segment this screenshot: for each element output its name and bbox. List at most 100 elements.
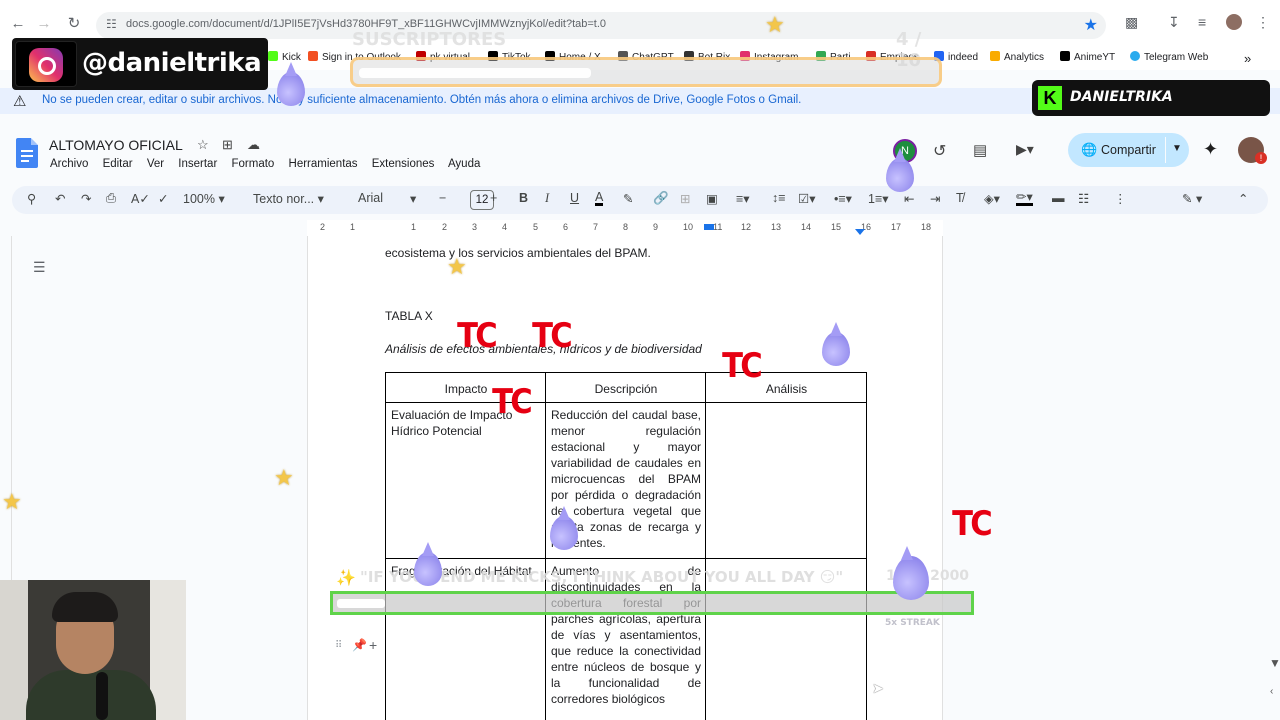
text-color-icon[interactable]: A [595,191,604,206]
table-header-row: Impacto Descripción Análisis [385,372,867,403]
star-sparkle-icon: ★ [274,465,294,490]
ruler-number: 3 [472,222,478,232]
site-info-icon[interactable]: ☷ [106,17,117,31]
downloads-icon[interactable]: ↧ [1168,14,1180,31]
ruler-number: 1 [350,222,356,232]
bulleted-list-icon[interactable]: •≡▾ [834,191,852,206]
ruler-number: 2 [320,222,326,232]
insert-image-icon[interactable]: ▣ [706,191,718,206]
ruler-number: 15 [831,222,842,232]
paint-format-icon[interactable]: ✓ [158,191,168,206]
horizontal-ruler[interactable]: 2 1 1 2 3 4 5 6 7 8 9 10 11 12 13 14 15 … [307,220,943,236]
redo-icon[interactable]: ↷ [81,191,91,206]
comments-icon[interactable]: ▤ [973,141,987,159]
font-dropdown-icon[interactable]: ▾ [410,191,416,206]
clear-formatting-icon[interactable]: T̸ [956,191,964,205]
cell-impacto[interactable]: Evaluación de Impacto Hídrico Potencial [385,402,546,559]
more-options-icon[interactable]: ⋮ [1114,191,1127,206]
paragraph-text[interactable]: ecosistema y los servicios ambientales d… [385,246,651,260]
decrease-indent-icon[interactable]: ⇤ [904,191,914,206]
style-value: Texto nor... [253,192,315,206]
bookmark-star-icon[interactable]: ★ [1084,15,1098,35]
document-title[interactable]: ALTOMAYO OFICIAL [49,137,183,153]
add-row-icon[interactable]: + [369,637,377,653]
menu-ver[interactable]: Ver [147,158,164,170]
scrollbar[interactable]: ▼ ‹ [1268,236,1280,720]
zoom-select[interactable]: 100% ▾ [183,191,225,206]
menu-ayuda[interactable]: Ayuda [448,158,480,170]
border-dash-icon[interactable]: ☷ [1078,191,1089,206]
right-indent-marker[interactable] [855,229,865,235]
increase-font-size-icon[interactable]: + [490,191,497,205]
indent-marker[interactable] [704,224,714,230]
chevron-down-icon[interactable]: ▼ [1172,143,1182,154]
tc-logo: TC [952,504,993,544]
checklist-icon[interactable]: ☑▾ [798,191,815,206]
numbered-list-icon[interactable]: 1≡▾ [868,191,889,206]
bold-icon[interactable]: B [519,191,528,205]
pin-icon[interactable]: 📌 [352,638,367,652]
drag-handle-icon[interactable]: ⠿ [335,640,342,651]
move-icon[interactable]: ⊞ [222,137,233,153]
back-icon[interactable]: ← [8,14,28,34]
menu-bar: Archivo Editar Ver Insertar Formato Herr… [50,158,491,170]
browser-menu-icon[interactable]: ⋮ [1256,14,1270,31]
font-select[interactable]: Arial [358,191,383,205]
underline-icon[interactable]: U [570,191,579,205]
line-spacing-icon[interactable]: ↕≡ [772,191,786,205]
cloud-status-icon[interactable]: ☁ [247,137,260,153]
reload-icon[interactable]: ↻ [64,14,84,34]
analysis-table[interactable]: Impacto Descripción Análisis Evaluación … [385,372,867,720]
table-row: Evaluación de Impacto Hídrico Potencial … [385,402,867,559]
menu-archivo[interactable]: Archivo [50,158,88,170]
gemini-icon[interactable]: ✦ [1203,139,1218,160]
search-menus-icon[interactable]: ⚲ [27,191,36,206]
menu-insertar[interactable]: Insertar [178,158,217,170]
border-color-icon[interactable]: ✏▾ [1016,191,1033,206]
storage-warning-message[interactable]: No se pueden crear, editar o subir archi… [42,94,801,106]
collapse-toolbar-icon[interactable]: ⌃ [1238,191,1248,206]
insert-link-icon[interactable]: 🔗 [653,191,669,206]
scroll-down-icon[interactable]: ▼ [1269,656,1280,670]
docs-logo-icon[interactable] [16,138,38,168]
menu-extensiones[interactable]: Extensiones [372,158,435,170]
italic-icon[interactable]: I [545,191,549,206]
header-descripcion[interactable]: Descripción [545,372,706,403]
more-bookmarks-icon[interactable]: » [1244,51,1251,66]
star-icon[interactable]: ☆ [197,137,209,153]
bookmark-animeyt[interactable]: AnimeYT [1060,51,1115,63]
increase-indent-icon[interactable]: ⇥ [930,191,940,206]
print-icon[interactable]: ⎙ [106,191,116,206]
menu-formato[interactable]: Formato [231,158,274,170]
menu-herramientas[interactable]: Herramientas [289,158,358,170]
cell-analisis[interactable] [705,402,867,559]
side-panel-toggle-icon[interactable]: ‹ [1270,686,1273,697]
profile-avatar[interactable] [1226,14,1242,30]
paragraph-style-select[interactable]: Texto nor... ▾ [253,191,324,206]
bookmark-label: Telegram Web [1144,52,1209,63]
reading-list-icon[interactable]: ≡ [1198,14,1206,30]
spellcheck-icon[interactable]: A✓ [131,191,150,206]
extensions-icon[interactable]: ▩ [1125,14,1138,31]
menu-editar[interactable]: Editar [103,158,133,170]
share-button[interactable]: 🌐 Compartir ▼ [1068,133,1189,167]
add-comment-icon[interactable]: ⊞ [680,191,690,206]
bookmark-analytics[interactable]: Analytics [990,51,1044,63]
meet-icon[interactable]: ▶▾ [1016,141,1034,158]
align-icon[interactable]: ≡▾ [736,191,750,206]
version-history-icon[interactable]: ↺ [933,141,946,161]
forward-icon[interactable]: → [34,14,54,34]
microphone-icon [96,672,108,720]
table-label[interactable]: TABLA X [385,309,433,323]
bookmark-telegram[interactable]: Telegram Web [1130,51,1208,63]
subs-progress-bar [350,57,942,87]
border-width-icon[interactable]: ▬ [1052,191,1065,205]
highlight-icon[interactable]: ✎ [623,191,633,206]
fill-color-icon[interactable]: ◈▾ [984,191,1000,206]
editing-mode-icon[interactable]: ✎ ▾ [1182,191,1202,206]
warning-icon: ⚠ [13,93,27,110]
webcam-background [0,580,28,720]
decrease-font-size-icon[interactable]: − [439,191,446,205]
undo-icon[interactable]: ↶ [55,191,65,206]
document-outline-icon[interactable]: ☰ [33,259,46,276]
